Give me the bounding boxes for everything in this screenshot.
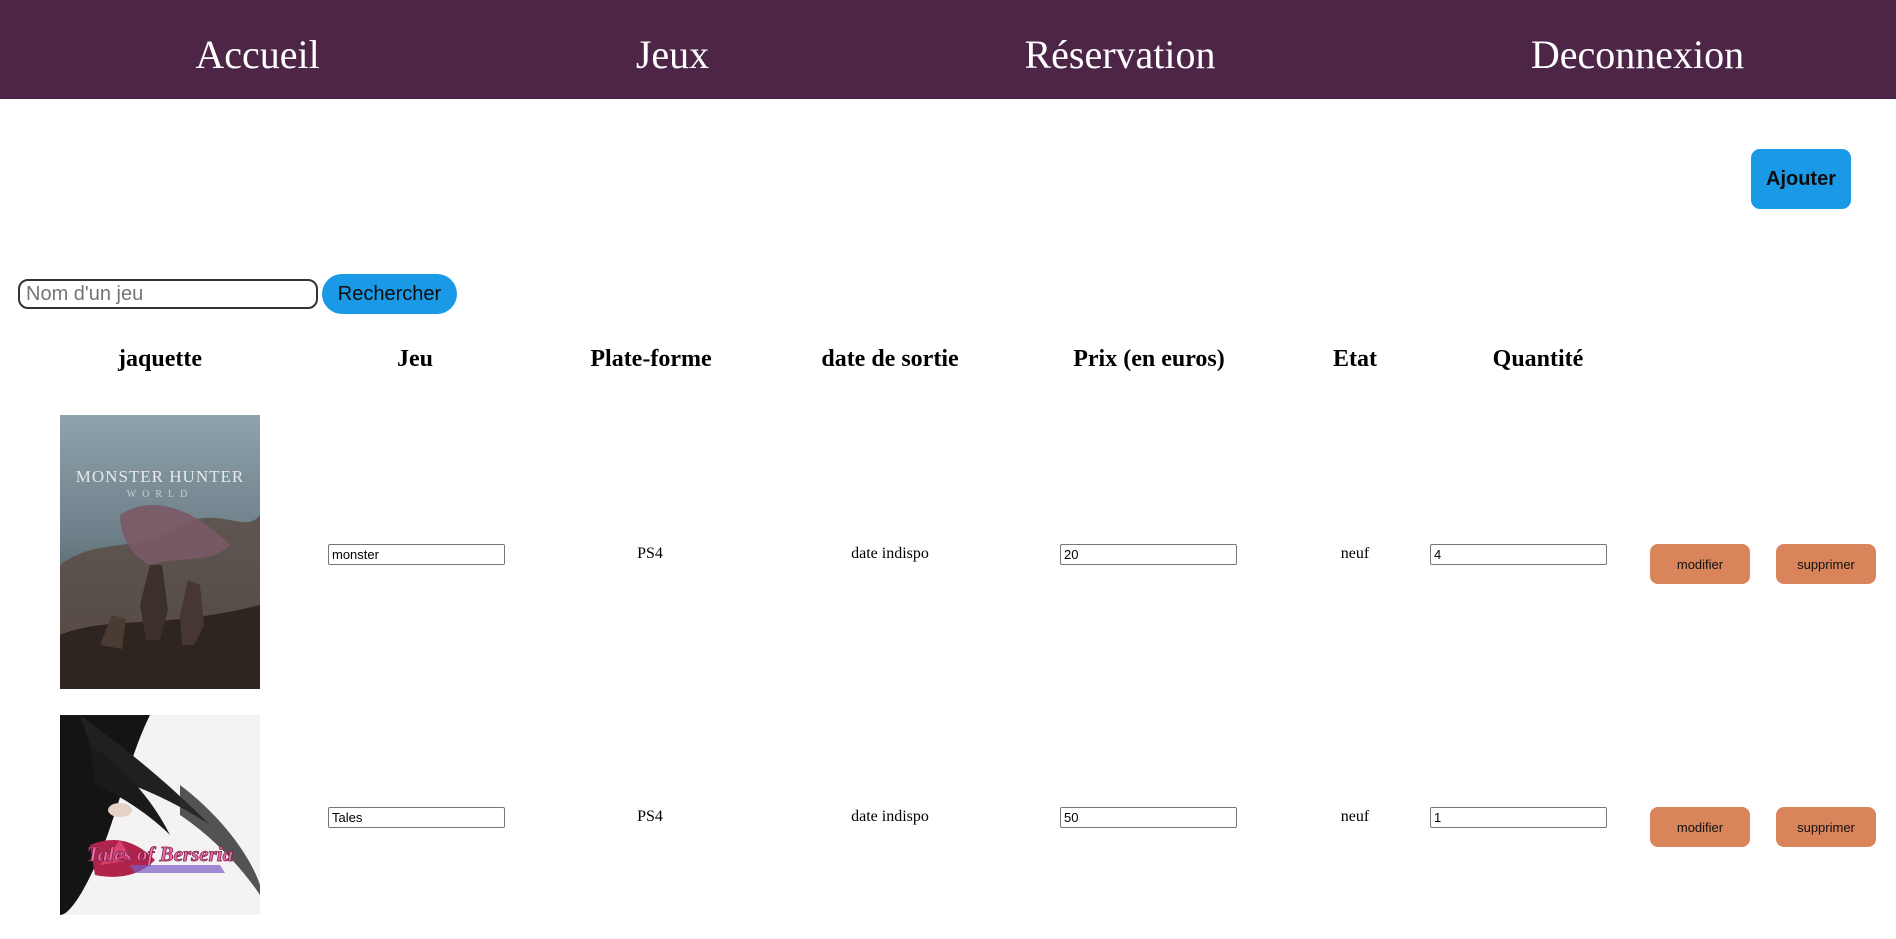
header-jaquette: jaquette (118, 346, 202, 372)
nav-accueil[interactable]: Accueil (160, 0, 355, 99)
cover-art: MONSTER HUNTER WORLD (60, 415, 260, 689)
state-cell: neuf (1340, 545, 1370, 562)
release-date-cell: date indispo (851, 545, 929, 562)
header-quantite: Quantité (1492, 346, 1584, 372)
nav-jeux[interactable]: Jeux (610, 0, 735, 99)
delete-button[interactable]: supprimer (1776, 807, 1876, 847)
release-date-cell: date indispo (851, 808, 929, 825)
delete-button[interactable]: supprimer (1776, 544, 1876, 584)
add-button[interactable]: Ajouter (1751, 149, 1851, 209)
quantity-input[interactable] (1430, 807, 1607, 828)
cover-image: Tales of Berseria (60, 715, 260, 915)
header-etat: Etat (1333, 346, 1377, 372)
nav-reservation[interactable]: Réservation (1010, 0, 1230, 99)
search-input[interactable] (18, 279, 318, 309)
header-jeu: Jeu (397, 346, 433, 372)
platform-cell: PS4 (637, 545, 663, 562)
cover-title-text: MONSTER HUNTER (76, 467, 244, 486)
price-input[interactable] (1060, 807, 1237, 828)
platform-cell: PS4 (637, 808, 663, 825)
navbar: Accueil Jeux Réservation Deconnexion (0, 0, 1896, 99)
state-cell: neuf (1340, 808, 1370, 825)
edit-button[interactable]: modifier (1650, 544, 1750, 584)
header-plateforme: Plate-forme (590, 346, 712, 372)
cover-title-text: Tales of Berseria (87, 842, 233, 866)
nav-deconnexion[interactable]: Deconnexion (1520, 0, 1755, 99)
price-input[interactable] (1060, 544, 1237, 565)
header-prix: Prix (en euros) (1073, 346, 1225, 372)
header-date-sortie: date de sortie (821, 346, 959, 372)
cover-art: Tales of Berseria (60, 715, 260, 915)
quantity-input[interactable] (1430, 544, 1607, 565)
game-name-input[interactable] (328, 807, 505, 828)
cover-image: MONSTER HUNTER WORLD (60, 415, 260, 689)
cover-subtitle-text: WORLD (127, 489, 194, 500)
edit-button[interactable]: modifier (1650, 807, 1750, 847)
search-button[interactable]: Rechercher (322, 274, 457, 314)
game-name-input[interactable] (328, 544, 505, 565)
